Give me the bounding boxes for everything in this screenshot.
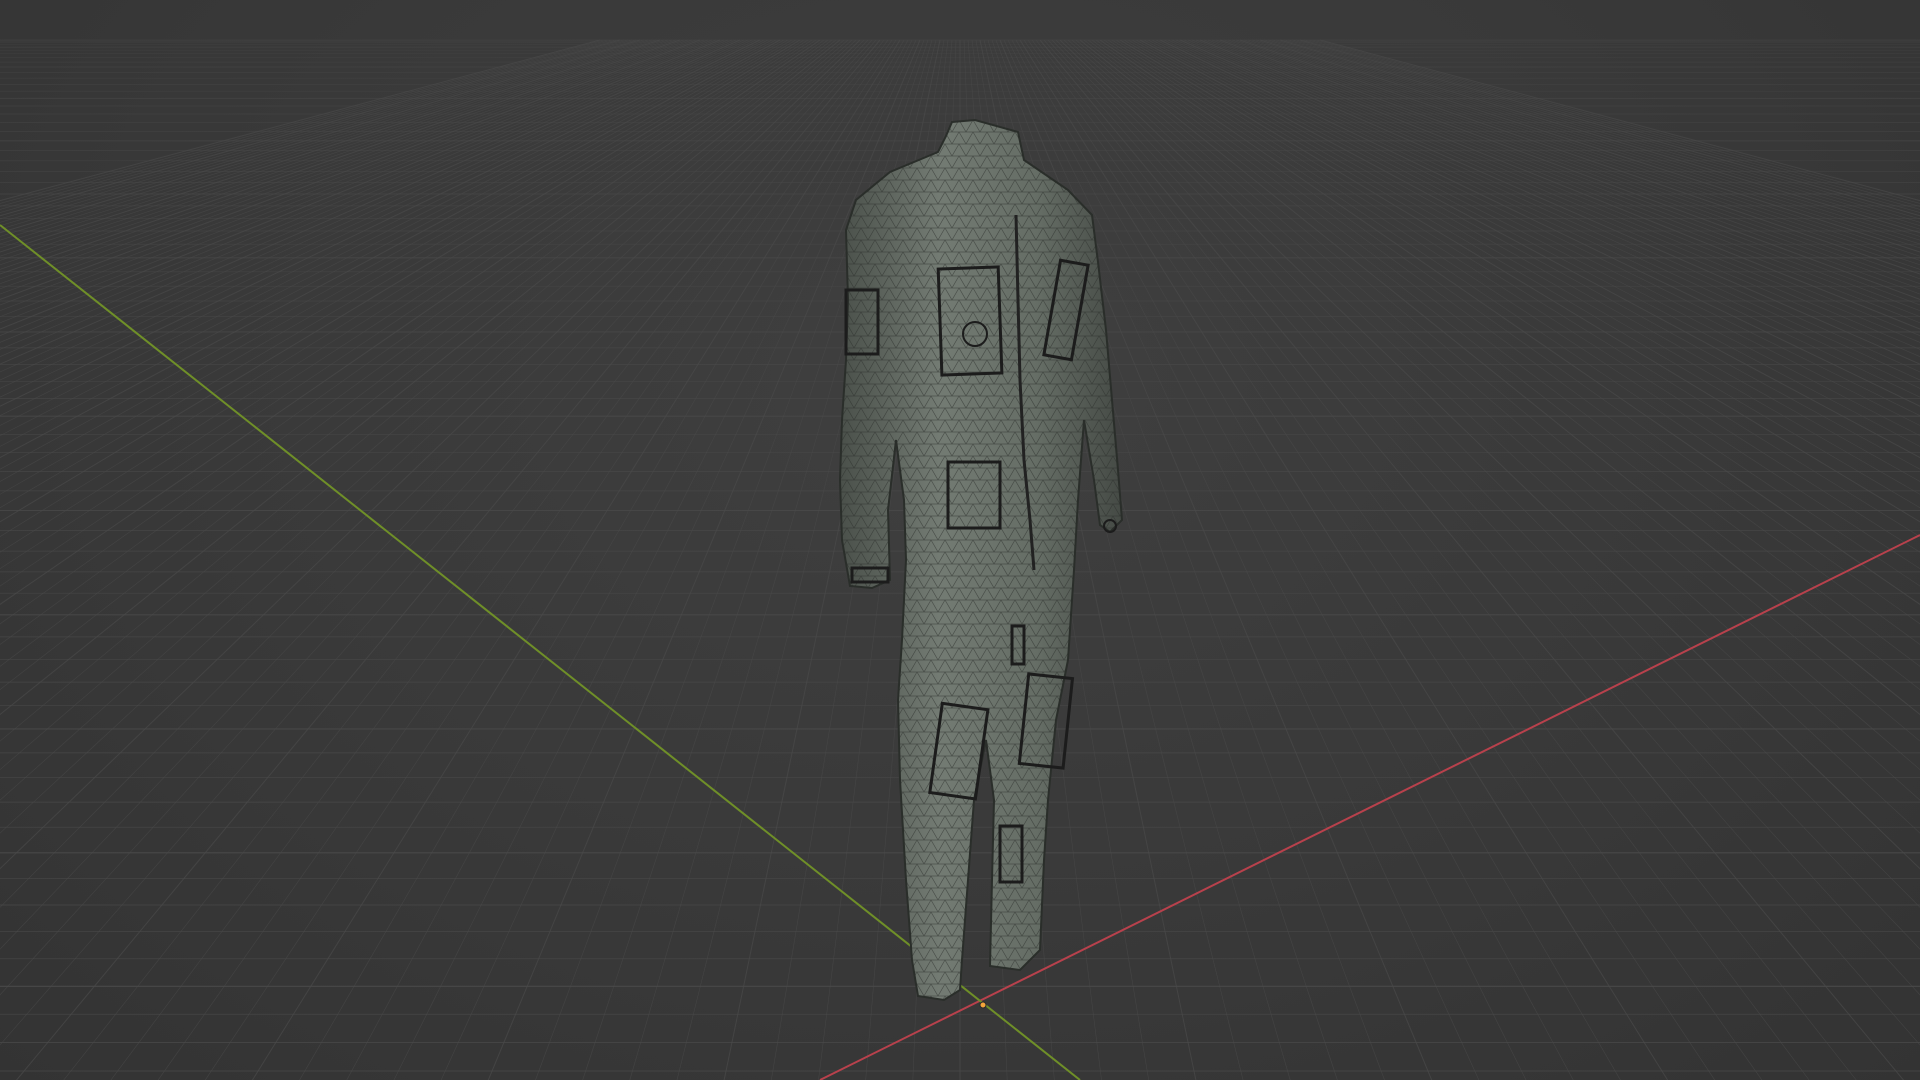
mesh-wireframe-overlay <box>840 120 1122 1000</box>
3d-viewport[interactable] <box>0 0 1920 1080</box>
viewport-scene[interactable] <box>0 0 1920 1080</box>
origin-marker[interactable] <box>979 1001 987 1009</box>
jumpsuit-mesh[interactable] <box>838 118 1124 1002</box>
